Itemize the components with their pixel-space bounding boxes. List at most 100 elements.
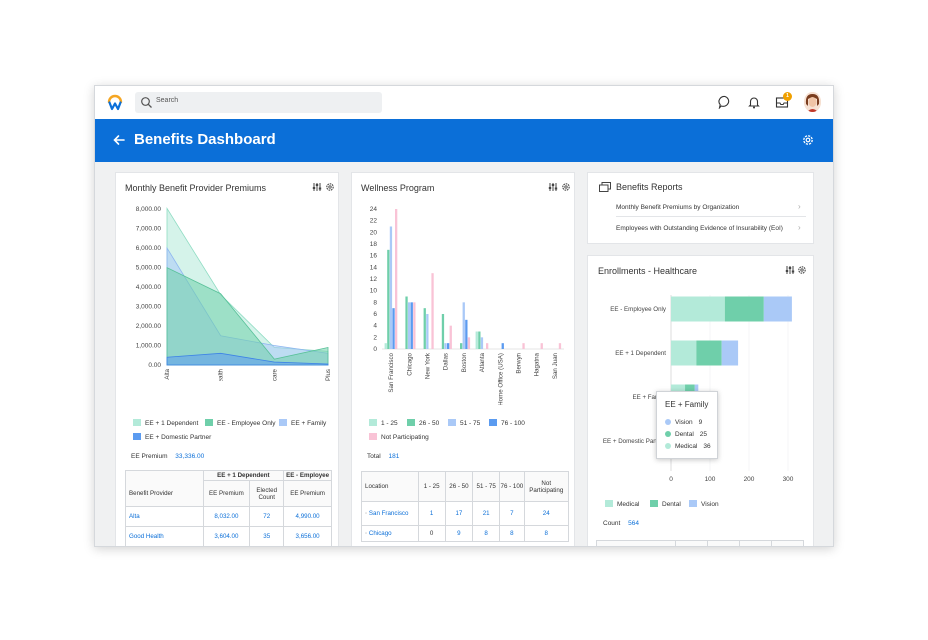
y-tick-label: 1,000.00 [136, 343, 162, 350]
table-row[interactable]: ◦ Chicago 0 9 8 8 8 [361, 525, 569, 542]
x-tick-label: 100 [705, 476, 716, 483]
premiums-table: EE + 1 Dependent EE - Employee Benefit P… [125, 470, 332, 546]
y-tick-label: 8 [373, 299, 377, 306]
reports-title: Benefits Reports [616, 182, 683, 192]
bar-segment [671, 296, 725, 322]
table-row[interactable]: Good Health 3,604.00 35 3,656.00 [125, 526, 332, 546]
x-tick-label: San Francisco [388, 352, 395, 392]
enrollments-title: Enrollments - Healthcare [598, 266, 698, 276]
filter-icon[interactable] [548, 182, 558, 192]
gear-icon[interactable] [561, 182, 571, 192]
reports-icon [599, 182, 611, 192]
y-tick-label: EE + 1 Dependent [615, 350, 666, 357]
table-row[interactable]: Alta 8,032.00 72 4,990.00 [125, 506, 332, 527]
x-tick-label: New York [425, 352, 432, 379]
reports-card: Benefits Reports Monthly Benefit Premium… [587, 172, 814, 244]
legend-item: Medical [605, 500, 639, 508]
x-tick-label: Home Office (USA) [497, 353, 504, 405]
page-header: Benefits Dashboard [95, 119, 833, 162]
bar [423, 308, 426, 349]
y-tick-label: 4,000.00 [136, 284, 162, 291]
y-tick-label: 8,000.00 [136, 206, 162, 213]
filter-icon[interactable] [785, 265, 795, 275]
wellness-table: Location 1 - 25 26 - 50 51 - 75 76 - 100… [361, 471, 569, 542]
bar [444, 343, 447, 349]
bar-segment [763, 296, 792, 322]
gear-icon[interactable] [797, 265, 807, 275]
wellness-title: Wellness Program [361, 183, 435, 193]
wellness-total: Total 181 [367, 453, 400, 460]
y-tick-label: 16 [370, 253, 378, 260]
back-arrow-icon[interactable] [112, 133, 126, 147]
y-tick-label: 2 [373, 334, 377, 341]
bar [558, 343, 562, 349]
bar [501, 343, 504, 349]
bar-segment [671, 340, 697, 366]
bar-segment [721, 340, 739, 366]
legend-item: 51 - 75 [448, 419, 480, 427]
bar [478, 331, 481, 349]
y-tick-label: 14 [370, 264, 378, 271]
app-window: Search 1 Benefits Dashboard Monthly Bene… [94, 85, 834, 547]
y-tick-label: 12 [370, 276, 378, 283]
legend-item: EE + Family [279, 419, 326, 427]
search-icon [141, 97, 152, 108]
wellness-bar-chart: 024681012141618202224San Francisco Chicag… [370, 206, 564, 405]
x-tick-label: 0 [669, 476, 673, 483]
y-tick-label: 4 [373, 323, 377, 330]
avatar[interactable] [804, 92, 821, 112]
x-tick-label: Good Health [218, 368, 225, 381]
legend-item: Vision [689, 500, 719, 508]
bar [467, 337, 471, 349]
bar [460, 343, 463, 349]
bar [480, 337, 484, 349]
bar [522, 343, 525, 349]
top-bar: Search 1 [95, 86, 833, 119]
premiums-title: Monthly Benefit Provider Premiums [125, 183, 267, 193]
table-row[interactable]: ◦ San Francisco 1 17 21 7 24 [361, 501, 569, 526]
bar [395, 209, 398, 349]
y-tick-label: 7,000.00 [136, 226, 162, 233]
x-tick-label: Chicago [406, 352, 413, 375]
premiums-card: Monthly Benefit Provider Premiums 0.00 1,… [115, 172, 339, 546]
bar [431, 273, 434, 349]
bar [441, 314, 445, 349]
bar [410, 302, 413, 349]
y-tick-label: 6,000.00 [136, 245, 162, 252]
legend-item: 26 - 50 [407, 419, 439, 427]
search-placeholder: Search [156, 97, 179, 104]
report-link[interactable]: Employees with Outstanding Evidence of I… [616, 225, 783, 232]
x-tick-label: Boston [461, 352, 468, 372]
bar [413, 302, 416, 349]
bar [405, 296, 408, 349]
search-input[interactable]: Search [135, 92, 382, 113]
chevron-right-icon[interactable]: › [798, 223, 801, 232]
chart-tooltip: EE + Family Vision 9 Dental 25 Medical 36 [656, 391, 718, 459]
bell-icon[interactable] [747, 95, 761, 109]
x-tick-label: Dallas [443, 353, 450, 370]
chevron-right-icon[interactable]: › [798, 202, 801, 211]
bar-segment [724, 296, 764, 322]
bar-segment [696, 340, 722, 366]
y-tick-label: 22 [370, 218, 378, 225]
gear-icon[interactable] [325, 182, 335, 192]
y-tick-label: 10 [370, 288, 378, 295]
gear-icon[interactable] [800, 132, 816, 148]
y-tick-label: EE - Employee Only [610, 306, 667, 313]
y-tick-label: 18 [370, 241, 378, 248]
chat-icon[interactable] [718, 95, 732, 109]
enrollment-count: Count 564 [603, 520, 640, 527]
bar [540, 343, 543, 349]
x-tick-label: 200 [744, 476, 755, 483]
report-link[interactable]: Monthly Benefit Premiums by Organization [616, 204, 739, 211]
bar [389, 226, 393, 349]
bar [387, 249, 390, 349]
x-tick-label: UnitedHealthcare [271, 368, 278, 381]
workday-logo-icon[interactable] [106, 93, 124, 111]
x-tick-label: Atlanta [479, 352, 486, 372]
legend-item: EE + 1 Dependent [133, 419, 198, 427]
filter-icon[interactable] [312, 182, 322, 192]
legend-item: 76 - 100 [489, 419, 525, 427]
x-tick-label: Vision Plus [325, 369, 332, 381]
premium-total: EE Premium 33,336.00 [131, 453, 205, 460]
